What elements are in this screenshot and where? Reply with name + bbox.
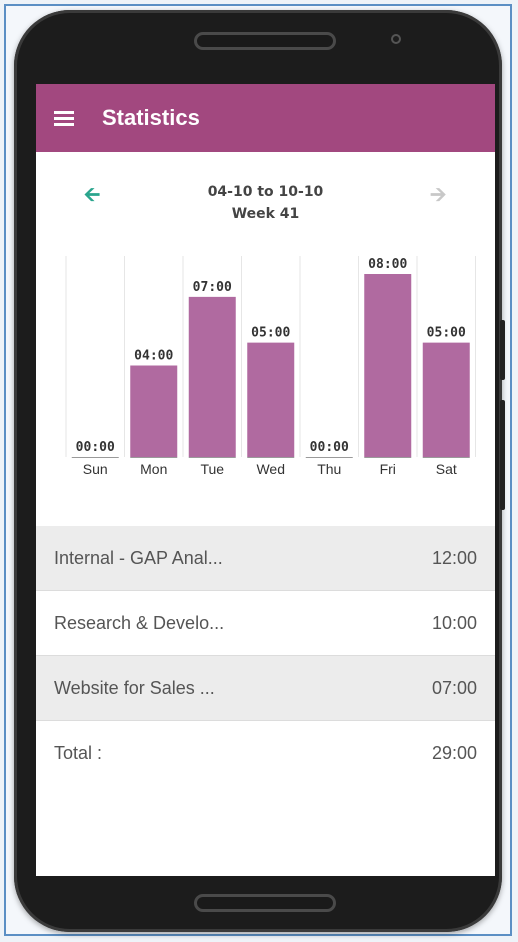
bottom-speaker [194, 894, 336, 912]
week-navigator: 🡨 04-10 to 10-10 Week 41 🡪 [36, 180, 495, 230]
project-hours: 12:00 [431, 547, 477, 568]
tick-label: Thu [317, 461, 341, 477]
power-button [500, 320, 505, 380]
data-label: 05:00 [251, 326, 290, 341]
data-label: 05:00 [427, 326, 466, 341]
project-name: Internal - GAP Anal... [54, 547, 223, 568]
earpiece-speaker [194, 32, 336, 50]
tick-label: Mon [140, 461, 167, 477]
data-label: 00:00 [310, 440, 349, 455]
list-item[interactable]: Internal - GAP Anal... 12:00 [36, 526, 495, 591]
project-name: Research & Develo... [54, 612, 225, 633]
app-screen: Statistics 🡨 04-10 to 10-10 Week 41 🡪 00… [36, 84, 495, 876]
total-row: Total : 29:00 [36, 721, 495, 786]
bar [247, 342, 295, 457]
list-item[interactable]: Research & Develo... 10:00 [36, 591, 495, 656]
tick-label: Sat [436, 461, 457, 477]
week-label: Week 41 [231, 206, 300, 222]
data-label: 07:00 [193, 280, 232, 295]
bar [364, 274, 412, 457]
bar [188, 296, 236, 457]
weekly-hours-chart: 00:00 Sun 04:00 Mon 07:00 Tue 05:00 Wed 00:00 Thu… [65, 256, 476, 477]
page-title: Statistics [102, 105, 200, 130]
arrow-right-icon[interactable]: 🡪 [430, 180, 446, 214]
total-hours: 29:00 [431, 743, 477, 763]
data-label: 08:00 [368, 257, 407, 272]
data-label: 00:00 [76, 440, 115, 455]
project-list: Internal - GAP Anal... 12:00 Research & … [36, 526, 495, 786]
bar [130, 365, 178, 457]
list-item[interactable]: Website for Sales ... 07:00 [36, 656, 495, 721]
bar [422, 342, 470, 457]
date-range: 04-10 to 10-10 [207, 184, 324, 200]
tick-label: Wed [256, 461, 285, 477]
front-camera [391, 34, 401, 44]
volume-button [500, 400, 505, 510]
app-bar: Statistics [36, 84, 495, 152]
project-hours: 10:00 [431, 612, 477, 633]
phone-device: Statistics 🡨 04-10 to 10-10 Week 41 🡪 00… [14, 10, 505, 932]
hamburger-menu-icon[interactable] [54, 110, 74, 126]
tick-label: Sun [83, 461, 108, 477]
project-hours: 07:00 [431, 677, 477, 698]
tick-label: Tue [200, 461, 224, 477]
project-name: Website for Sales ... [54, 677, 215, 698]
total-label: Total : [54, 743, 103, 763]
tick-label: Fri [380, 461, 396, 477]
data-label: 04:00 [134, 349, 173, 364]
